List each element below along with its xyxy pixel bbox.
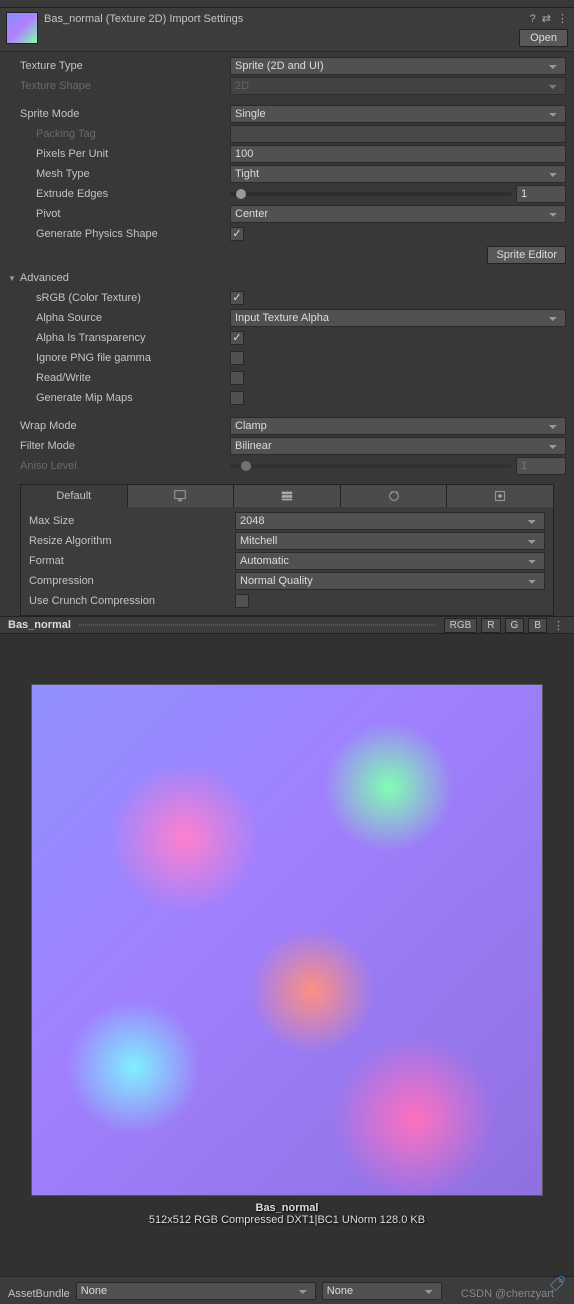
maxsize-select[interactable]: 2048 <box>235 512 545 530</box>
wrap-select[interactable]: Clamp <box>230 417 566 435</box>
asset-header: Bas_normal (Texture 2D) Import Settings … <box>0 8 574 52</box>
compression-label: Compression <box>29 575 235 587</box>
filter-label: Filter Mode <box>8 440 230 452</box>
preview-name: Bas_normal <box>8 619 71 631</box>
help-icon[interactable]: ? <box>530 13 536 25</box>
mipmaps-checkbox[interactable] <box>230 391 244 405</box>
advanced-foldout[interactable]: Advanced <box>8 268 566 288</box>
maxsize-label: Max Size <box>29 515 235 527</box>
gen-physics-label: Generate Physics Shape <box>8 228 230 240</box>
pivot-label: Pivot <box>8 208 230 220</box>
gen-physics-checkbox[interactable] <box>230 227 244 241</box>
readwrite-checkbox[interactable] <box>230 371 244 385</box>
menu-icon[interactable]: ⋮ <box>557 12 568 25</box>
resize-label: Resize Algorithm <box>29 535 235 547</box>
tab-default[interactable]: Default <box>21 485 128 507</box>
tab-webgl[interactable] <box>447 485 553 507</box>
mesh-type-select[interactable]: Tight <box>230 165 566 183</box>
assetbundle-label: AssetBundle <box>8 1288 70 1300</box>
open-button[interactable]: Open <box>519 29 568 47</box>
preview-divider <box>79 624 436 626</box>
sprite-mode-select[interactable]: Single <box>230 105 566 123</box>
alpha-trans-checkbox[interactable] <box>230 331 244 345</box>
ppu-input[interactable] <box>230 145 566 163</box>
channel-rgb-button[interactable]: RGB <box>444 618 478 633</box>
filter-select[interactable]: Bilinear <box>230 437 566 455</box>
sprite-editor-button[interactable]: Sprite Editor <box>487 246 566 264</box>
texture-shape-label: Texture Shape <box>8 80 230 92</box>
pivot-select[interactable]: Center <box>230 205 566 223</box>
texture-shape-select: 2D <box>230 77 566 95</box>
extrude-value[interactable]: 1 <box>516 185 566 203</box>
ignore-png-checkbox[interactable] <box>230 351 244 365</box>
preview-menu-icon[interactable]: ⋮ <box>551 619 566 632</box>
aniso-slider <box>230 464 512 468</box>
format-label: Format <box>29 555 235 567</box>
tab-server[interactable] <box>234 485 341 507</box>
preset-icon[interactable]: ⇄ <box>542 12 551 25</box>
android-icon <box>387 489 401 503</box>
wrap-label: Wrap Mode <box>8 420 230 432</box>
ppu-label: Pixels Per Unit <box>8 148 230 160</box>
platform-tabs: Default <box>20 484 554 507</box>
asset-thumbnail <box>6 12 38 44</box>
texture-type-label: Texture Type <box>8 60 230 72</box>
packing-tag-label: Packing Tag <box>8 128 230 140</box>
aniso-label: Aniso Level <box>8 460 230 472</box>
preview-caption-name: Bas_normal <box>149 1202 425 1214</box>
monitor-icon <box>173 489 187 503</box>
preview-header: Bas_normal RGB R G B ⋮ <box>0 616 574 634</box>
preview-area: Bas_normal 512x512 RGB Compressed DXT1|B… <box>0 634 574 1276</box>
readwrite-label: Read/Write <box>8 372 230 384</box>
srgb-label: sRGB (Color Texture) <box>8 292 230 304</box>
tab-standalone[interactable] <box>128 485 235 507</box>
assetbundle-select[interactable]: None <box>76 1282 316 1300</box>
format-select[interactable]: Automatic <box>235 552 545 570</box>
mesh-type-label: Mesh Type <box>8 168 230 180</box>
server-icon <box>280 489 294 503</box>
tab-android[interactable] <box>341 485 448 507</box>
texture-type-select[interactable]: Sprite (2D and UI) <box>230 57 566 75</box>
crunch-label: Use Crunch Compression <box>29 595 235 607</box>
channel-r-button[interactable]: R <box>481 618 500 633</box>
footer: 🏷 AssetBundle None None CSDN @chenzyart <box>0 1276 574 1304</box>
extrude-label: Extrude Edges <box>8 188 230 200</box>
aniso-value: 1 <box>516 457 566 475</box>
inspector-tab-header <box>0 0 574 8</box>
advanced-label: Advanced <box>20 272 69 284</box>
webgl-icon <box>493 489 507 503</box>
alpha-source-select[interactable]: Input Texture Alpha <box>230 309 566 327</box>
sprite-mode-label: Sprite Mode <box>8 108 230 120</box>
preview-image <box>31 684 543 1196</box>
channel-g-button[interactable]: G <box>505 618 525 633</box>
asset-title: Bas_normal (Texture 2D) Import Settings <box>44 12 519 25</box>
crunch-checkbox[interactable] <box>235 594 249 608</box>
preview-caption-info: 512x512 RGB Compressed DXT1|BC1 UNorm 12… <box>149 1214 425 1226</box>
extrude-slider[interactable] <box>230 192 512 196</box>
resize-select[interactable]: Mitchell <box>235 532 545 550</box>
ignore-png-label: Ignore PNG file gamma <box>8 352 230 364</box>
compression-select[interactable]: Normal Quality <box>235 572 545 590</box>
watermark: CSDN @chenzyart <box>461 1288 554 1300</box>
assetbundle-variant-select[interactable]: None <box>322 1282 442 1300</box>
mipmaps-label: Generate Mip Maps <box>8 392 230 404</box>
srgb-checkbox[interactable] <box>230 291 244 305</box>
alpha-source-label: Alpha Source <box>8 312 230 324</box>
channel-b-button[interactable]: B <box>528 618 547 633</box>
alpha-trans-label: Alpha Is Transparency <box>8 332 230 344</box>
packing-tag-input <box>230 125 566 143</box>
